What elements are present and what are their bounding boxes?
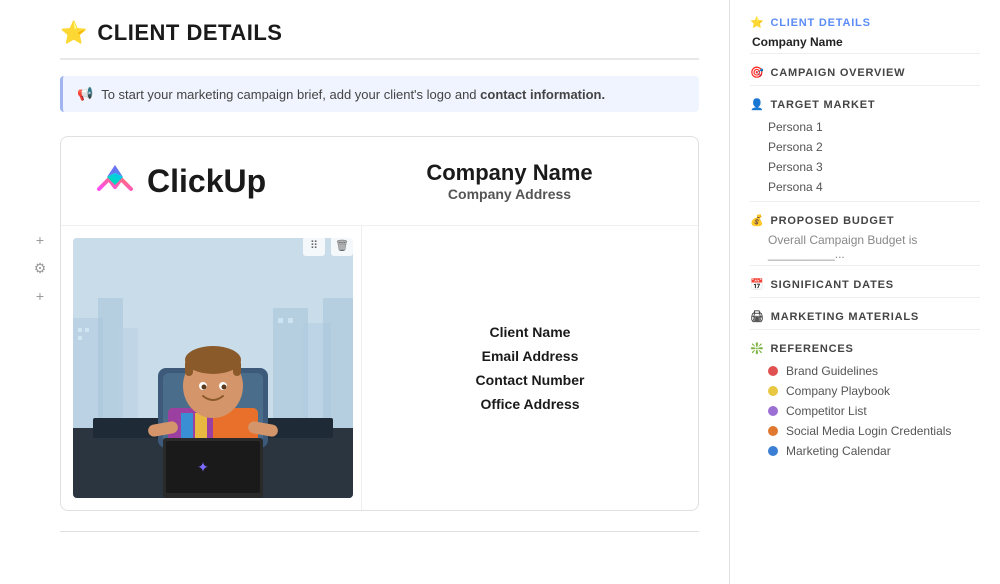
ref-dot-brand <box>768 366 778 376</box>
sidebar-target-icon: 🎯 <box>750 66 765 79</box>
drag-handle[interactable]: ⠿ <box>303 234 325 256</box>
clickup-brand-text: ClickUp <box>147 163 266 200</box>
contact-section: Client Name Email Address Contact Number… <box>361 226 698 510</box>
ref-dot-playbook <box>768 386 778 396</box>
ref-dot-competitor <box>768 406 778 416</box>
contact-email: Email Address <box>482 348 579 364</box>
sidebar-sparkle-icon: ❇️ <box>750 342 765 355</box>
delete-image-button[interactable]: 🗑 <box>331 234 353 256</box>
clickup-logo-icon <box>91 157 139 205</box>
banner-bold: contact information. <box>480 87 605 102</box>
sidebar-section-target-market[interactable]: 👤 TARGET MARKET <box>750 98 980 111</box>
company-row: ClickUp Company Name Company Address <box>61 137 698 226</box>
divider-6 <box>750 329 980 330</box>
divider-5 <box>750 297 980 298</box>
sidebar-section-marketing-materials[interactable]: 🖨 MARKETING MATERIALS <box>750 310 980 323</box>
person-image: ✦ <box>73 238 353 498</box>
sidebar-section-client-details[interactable]: ⭐ CLIENT DETAILS <box>750 16 980 29</box>
sidebar-section-significant-dates[interactable]: 📅 SIGNIFICANT DATES <box>750 278 980 291</box>
sidebar-person-icon: 👤 <box>750 98 765 111</box>
divider-3 <box>750 201 980 202</box>
sidebar-references-label: REFERENCES <box>771 343 854 355</box>
sidebar-money-icon: 💰 <box>750 214 765 227</box>
ref-dot-social <box>768 426 778 436</box>
sidebar-ref-brand-guidelines[interactable]: Brand Guidelines <box>750 361 980 381</box>
page-title: CLIENT DETAILS <box>97 20 282 46</box>
contact-address: Office Address <box>480 396 579 412</box>
sidebar-client-details-label: CLIENT DETAILS <box>771 17 871 29</box>
ref-dot-calendar <box>768 446 778 456</box>
sidebar-campaign-overview-label: CAMPAIGN OVERVIEW <box>771 67 906 79</box>
divider-2 <box>750 85 980 86</box>
sidebar-printer-icon: 🖨 <box>750 310 765 323</box>
svg-text:✦: ✦ <box>197 459 209 475</box>
content-card: ClickUp Company Name Company Address ⠿ 🗑 <box>60 136 699 511</box>
sidebar-section-references[interactable]: ❇️ REFERENCES <box>750 342 980 355</box>
company-address: Company Address <box>351 186 668 202</box>
sidebar-calendar-icon: 📅 <box>750 278 765 291</box>
logo-area: ClickUp <box>91 157 311 205</box>
ref-competitor-list-label: Competitor List <box>786 404 867 418</box>
ref-social-media-label: Social Media Login Credentials <box>786 424 951 438</box>
star-icon: ⭐ <box>60 20 87 46</box>
add-block-button-2[interactable]: + <box>30 286 50 306</box>
image-section: ⠿ 🗑 <box>61 226 361 510</box>
divider-1 <box>750 53 980 54</box>
main-content: ⭐ CLIENT DETAILS 📢 To start your marketi… <box>0 0 730 584</box>
banner-text: To start your marketing campaign brief, … <box>101 87 605 102</box>
contact-number: Contact Number <box>476 372 585 388</box>
sidebar-ref-social-media[interactable]: Social Media Login Credentials <box>750 421 980 441</box>
content-body: ⠿ 🗑 <box>61 226 698 510</box>
ref-company-playbook-label: Company Playbook <box>786 384 890 398</box>
sidebar-persona-1[interactable]: Persona 1 <box>750 117 980 137</box>
sidebar-proposed-budget-label: PROPOSED BUDGET <box>771 215 895 227</box>
sidebar-ref-company-playbook[interactable]: Company Playbook <box>750 381 980 401</box>
sidebar-marketing-materials-label: MARKETING MATERIALS <box>771 311 919 323</box>
company-name: Company Name <box>351 160 668 186</box>
left-tools: + ⚙ + <box>30 230 50 306</box>
sidebar-persona-2[interactable]: Persona 2 <box>750 137 980 157</box>
banner-icon: 📢 <box>77 86 93 102</box>
info-banner: 📢 To start your marketing campaign brief… <box>60 76 699 112</box>
image-toolbar: ⠿ 🗑 <box>303 234 353 256</box>
page-title-row: ⭐ CLIENT DETAILS <box>60 20 699 60</box>
company-info: Company Name Company Address <box>351 160 668 202</box>
sidebar-ref-competitor-list[interactable]: Competitor List <box>750 401 980 421</box>
sidebar-target-market-label: TARGET MARKET <box>771 99 876 111</box>
add-block-button[interactable]: + <box>30 230 50 250</box>
sidebar-section-campaign-overview[interactable]: 🎯 CAMPAIGN OVERVIEW <box>750 66 980 79</box>
bottom-divider <box>60 531 699 532</box>
sidebar-persona-3[interactable]: Persona 3 <box>750 157 980 177</box>
page-wrapper: + ⚙ + ⭐ CLIENT DETAILS 📢 To start your m… <box>0 0 1000 584</box>
sidebar-ref-marketing-calendar[interactable]: Marketing Calendar <box>750 441 980 461</box>
ref-brand-guidelines-label: Brand Guidelines <box>786 364 878 378</box>
divider-4 <box>750 265 980 266</box>
contact-client-name: Client Name <box>490 324 571 340</box>
person-scene-svg: ✦ <box>73 238 353 498</box>
sidebar-company-name-label: Company Name <box>750 35 980 49</box>
ref-marketing-calendar-label: Marketing Calendar <box>786 444 891 458</box>
sidebar-star-icon: ⭐ <box>750 16 765 29</box>
settings-button[interactable]: ⚙ <box>30 258 50 278</box>
sidebar-significant-dates-label: SIGNIFICANT DATES <box>771 279 894 291</box>
sidebar-budget-text: Overall Campaign Budget is __________... <box>750 233 980 261</box>
right-sidebar: ⭐ CLIENT DETAILS Company Name 🎯 CAMPAIGN… <box>730 0 1000 584</box>
sidebar-section-proposed-budget[interactable]: 💰 PROPOSED BUDGET <box>750 214 980 227</box>
sidebar-persona-4[interactable]: Persona 4 <box>750 177 980 197</box>
